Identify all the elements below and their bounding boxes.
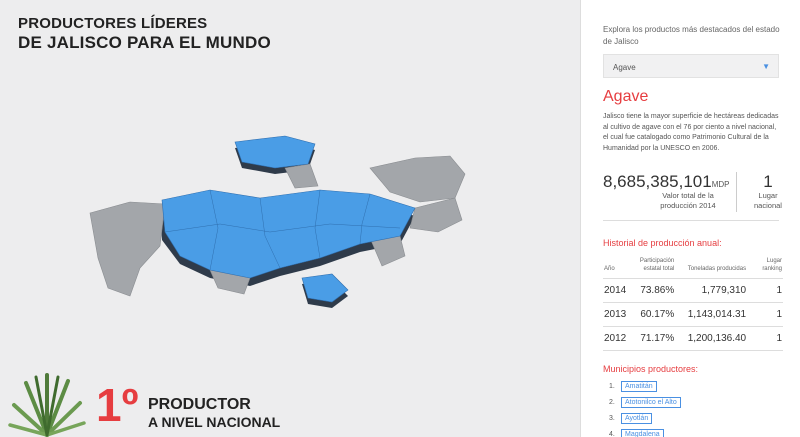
stat-divider <box>736 172 737 212</box>
page-title-line2: DE JALISCO PARA EL MUNDO <box>18 33 271 52</box>
municipio-link[interactable]: Amatitán <box>621 380 657 392</box>
history-share: 60.17% <box>638 302 676 327</box>
product-description: Jalisco tiene la mayor superficie de hec… <box>603 113 779 152</box>
history-year: 2014 <box>603 278 639 303</box>
production-value-unit: MDP <box>711 180 730 189</box>
municipios-title: Municipios productores: <box>603 364 699 374</box>
history-tons: 1,200,136.40 <box>675 326 748 351</box>
caret-down-icon: ▼ <box>762 62 770 71</box>
jalisco-map[interactable] <box>70 128 490 313</box>
history-tons: 1,143,014.31 <box>675 302 748 327</box>
history-tons: 1,779,310 <box>675 278 748 303</box>
list-item: 4. Magdalena <box>609 426 681 437</box>
list-item: 2. Atotonilco el Alto <box>609 394 681 410</box>
national-rank-label: Lugar nacional <box>754 191 782 210</box>
divider <box>603 220 779 221</box>
history-header-year: Año <box>603 255 639 279</box>
sidebar-intro: Explora los productos más destacados del… <box>603 25 780 46</box>
rank-label-line1: PRODUCTOR <box>148 396 251 413</box>
list-item-number: 3. <box>609 414 615 422</box>
history-table: Año Participación estatal total Tonelada… <box>603 255 783 351</box>
table-row: 2013 60.17% 1,143,014.31 1 <box>603 302 783 327</box>
main-panel: PRODUCTORES LÍDERES DE JALISCO PARA EL M… <box>0 0 580 437</box>
history-title: Historial de producción anual: <box>603 238 722 248</box>
history-share: 73.86% <box>638 278 676 303</box>
agave-plant-icon <box>8 373 86 437</box>
history-year: 2013 <box>603 302 639 327</box>
list-item-number: 1. <box>609 382 615 390</box>
history-rank: 1 <box>747 302 783 327</box>
product-select[interactable]: Agave ▼ <box>603 54 779 78</box>
product-title: Agave <box>603 88 649 105</box>
table-row: 2012 71.17% 1,200,136.40 1 <box>603 326 783 351</box>
municipio-link[interactable]: Magdalena <box>621 428 664 437</box>
history-header-row: Año Participación estatal total Tonelada… <box>603 255 783 279</box>
municipio-link[interactable]: Ayotlán <box>621 412 653 424</box>
municipio-link[interactable]: Atotonilco el Alto <box>621 396 681 408</box>
history-header-tons: Toneladas producidas <box>675 255 748 279</box>
product-sidebar: Explora los productos más destacados del… <box>580 0 800 437</box>
history-share: 71.17% <box>638 326 676 351</box>
production-value-label: Valor total de la producción 2014 <box>660 191 716 210</box>
rank-label-line2: A NIVEL NACIONAL <box>148 414 281 430</box>
list-item-number: 2. <box>609 398 615 406</box>
table-row: 2014 73.86% 1,779,310 1 <box>603 278 783 303</box>
history-rank: 1 <box>747 278 783 303</box>
list-item: 3. Ayotlán <box>609 410 681 426</box>
production-value: 8,685,385,101MDP <box>603 172 730 192</box>
rank-number: 1º <box>96 379 139 431</box>
history-header-rank: Lugar ranking <box>747 255 783 279</box>
map-highlight-region <box>161 135 416 303</box>
product-select-value: Agave <box>613 63 636 72</box>
page-title-line1: PRODUCTORES LÍDERES <box>18 15 208 32</box>
history-year: 2012 <box>603 326 639 351</box>
list-item: 1. Amatitán <box>609 378 681 394</box>
history-rank: 1 <box>747 326 783 351</box>
list-item-number: 4. <box>609 430 615 437</box>
production-value-number: 8,685,385,101 <box>603 172 712 191</box>
history-header-share: Participación estatal total <box>638 255 676 279</box>
municipios-list: 1. Amatitán 2. Atotonilco el Alto 3. Ayo… <box>609 378 681 437</box>
national-rank-value: 1 <box>763 172 773 191</box>
